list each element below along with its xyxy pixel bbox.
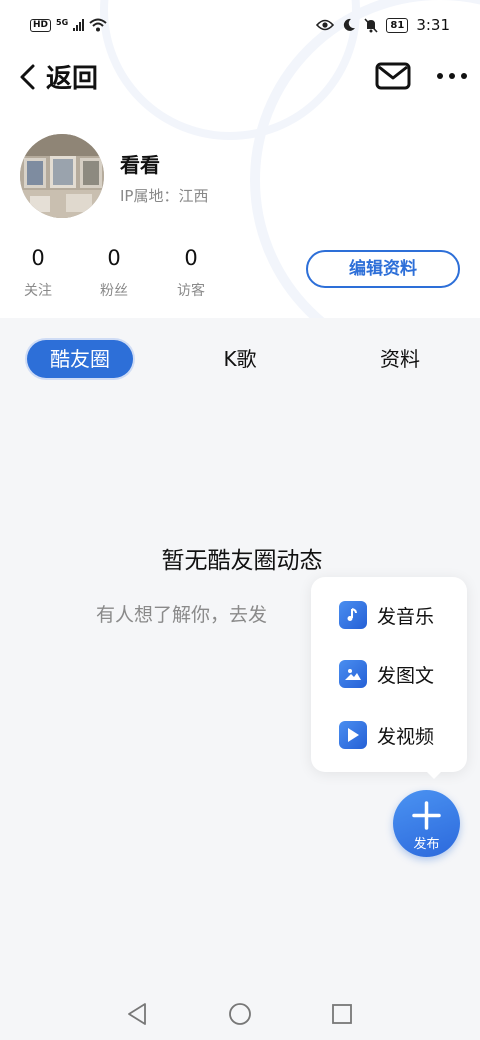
publish-music-label: 发音乐 <box>377 605 435 628</box>
square-recents-icon <box>332 1004 352 1024</box>
stat-label: 粉丝 <box>100 283 128 299</box>
stat-fans[interactable]: 0 粉丝 <box>84 244 144 300</box>
publish-button[interactable]: 发布 <box>393 790 460 857</box>
publish-menu-arrow <box>425 770 443 779</box>
bell-muted-icon <box>364 17 378 33</box>
empty-state-subtitle: 有人想了解你，去发 <box>96 604 268 626</box>
publish-video-label: 发视频 <box>377 725 435 748</box>
stat-label: 访客 <box>177 283 205 299</box>
mail-icon <box>375 62 411 90</box>
wifi-icon <box>89 18 107 32</box>
edit-profile-button[interactable]: 编辑资料 <box>306 250 460 288</box>
stat-value: 0 <box>31 246 45 270</box>
clock: 3:31 <box>416 16 450 34</box>
publish-music-item[interactable]: 发音乐 <box>339 599 434 631</box>
nav-home-button[interactable] <box>227 1001 253 1027</box>
image-icon <box>339 660 367 688</box>
publish-button-label: 发布 <box>413 837 440 852</box>
nav-back-button[interactable] <box>125 1001 151 1027</box>
plus-icon <box>412 801 441 830</box>
publish-video-item[interactable]: 发视频 <box>339 719 434 751</box>
back-button[interactable]: 返回 <box>16 58 98 95</box>
circle-home-icon <box>229 1003 251 1025</box>
tab-kuyouquan[interactable]: 酷友圈 <box>27 340 133 378</box>
back-arrow-icon <box>20 64 35 89</box>
stat-value: 0 <box>184 246 198 270</box>
signal-icon <box>73 19 85 31</box>
music-note-icon <box>339 601 367 629</box>
empty-state-title: 暂无酷友圈动态 <box>161 548 323 574</box>
system-nav-bar <box>0 986 480 1040</box>
tab-karaoke[interactable]: K歌 <box>200 340 280 378</box>
eye-icon <box>316 19 335 31</box>
back-label: 返回 <box>46 64 99 94</box>
nav-recents-button[interactable] <box>329 1001 355 1027</box>
avatar-image <box>20 134 104 218</box>
status-bar: HD 5G 81 3:31 <box>0 0 480 56</box>
publish-image-text-label: 发图文 <box>377 664 435 687</box>
ip-location: IP属地：江西 <box>120 187 209 205</box>
hd-badge: HD <box>30 18 52 32</box>
more-button[interactable] <box>434 60 470 92</box>
moon-icon <box>344 18 356 31</box>
stat-visitors[interactable]: 0 访客 <box>161 244 221 300</box>
publish-image-text-item[interactable]: 发图文 <box>339 658 434 690</box>
title-bar: 返回 <box>0 52 480 102</box>
stat-following[interactable]: 0 关注 <box>8 244 68 300</box>
mail-button[interactable] <box>374 60 412 92</box>
username: 看看 <box>120 153 160 177</box>
video-play-icon <box>339 721 367 749</box>
avatar[interactable] <box>20 134 104 218</box>
more-icon <box>437 73 467 79</box>
network-type: 5G <box>56 17 69 27</box>
tab-profile-info[interactable]: 资料 <box>360 340 440 378</box>
stat-label: 关注 <box>24 283 52 299</box>
stat-value: 0 <box>107 246 121 270</box>
battery-indicator: 81 <box>386 17 409 33</box>
triangle-back-icon <box>128 1003 146 1025</box>
